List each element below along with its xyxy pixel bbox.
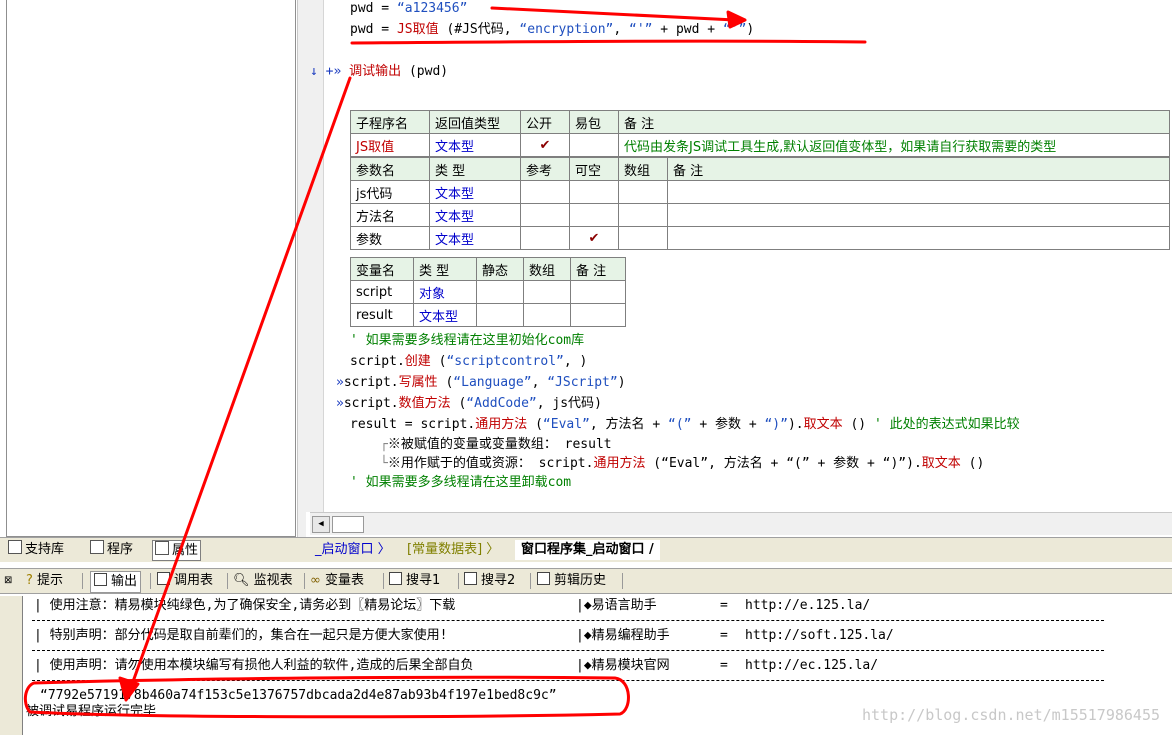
link-soft[interactable]: http://soft.125.la/ <box>745 627 894 645</box>
public-checkbox[interactable]: ✔ <box>520 133 570 157</box>
horizontal-scrollbar[interactable]: ◀ <box>310 512 1172 535</box>
hint-assigned-value: └※用作赋于的值或资源： script.通用方法 (“Eval”, 方法名 + … <box>380 456 985 471</box>
code-line-numeric-method[interactable]: »script.数值方法 (“AddCode”, js代码) <box>336 395 602 413</box>
output-toolbar: ⊠ ? 提示 输出 调用表 🔍︎ 监视表 ∞ 变量表 搜寻1 搜寻2 剪辑历史 <box>0 568 1172 594</box>
easy-package-checkbox[interactable] <box>569 133 619 157</box>
properties-icon <box>155 541 169 555</box>
code-line-debug-output[interactable]: ↓ +» 调试输出 (pwd) <box>310 63 448 81</box>
tab-constant-data[interactable]: [常量数据表] 〉 <box>407 540 499 560</box>
tab-search1[interactable]: 搜寻1 <box>389 571 440 591</box>
output-gutter <box>0 596 22 735</box>
scroll-thumb[interactable] <box>332 516 364 533</box>
subroutine-row[interactable]: JS取值 文本型 ✔ 代码由发条JS调试工具生成,默认返回值变体型，如果请自行获… <box>350 133 1170 157</box>
tab-clipboard-history[interactable]: 剪辑历史 <box>537 571 606 591</box>
lightbulb-icon: ? <box>26 573 33 588</box>
parameter-row[interactable]: 参数 文本型 ✔ <box>350 226 1170 250</box>
notice-special: | 特别声明：部分代码是取自前辈们的，集合在一起只是方便大家使用! <box>34 628 448 643</box>
tab-variables[interactable]: ∞ 变量表 <box>310 571 364 591</box>
tab-watch[interactable]: 🔍︎ 监视表 <box>233 571 293 591</box>
scroll-left-icon[interactable]: ◀ <box>312 516 330 533</box>
hint-assigned-variable: ┌※被赋值的变量或变量数组： result <box>380 437 612 452</box>
program-icon <box>90 540 104 554</box>
watermark: http://blog.csdn.net/m15517986455 <box>861 706 1160 724</box>
magnifier-icon: 🔍︎ <box>233 573 250 588</box>
variable-row[interactable]: script 对象 <box>350 280 626 304</box>
nullable-checkbox[interactable]: ✔ <box>569 226 619 250</box>
book-icon <box>8 540 22 554</box>
variable-row[interactable]: result 文本型 <box>350 303 626 327</box>
left-tab-bar: 支持库 程序 属性 <box>0 537 305 562</box>
left-pane <box>0 0 306 537</box>
tab-startup-window[interactable]: _启动窗口 〉 <box>315 540 391 560</box>
tree-connector-icon: └ <box>380 456 388 471</box>
tab-properties[interactable]: 属性 <box>152 540 202 561</box>
search-icon <box>389 572 402 585</box>
breakpoint-marker[interactable]: ↓ +» <box>310 64 341 79</box>
notice-usage: | 使用注意：精易模块纯绿色,为了确保安全,请务必到〖精易论坛〗下载 <box>34 598 456 613</box>
tab-window-assembly[interactable]: 窗口程序集_启动窗口 / <box>515 540 660 560</box>
debug-status-message: 被调试易程序运行完毕 <box>26 704 157 719</box>
variable-header-row: 变量名 类 型 静态 数组 备 注 <box>350 257 626 281</box>
tab-hint[interactable]: ? 提示 <box>26 571 63 591</box>
code-comment-init[interactable]: ' 如果需要多线程请在这里初始化com库 <box>350 332 584 350</box>
panel-close-icon[interactable]: ⊠ <box>4 571 12 591</box>
parameter-header-row: 参数名 类 型 参考 可空 数组 备 注 <box>350 157 1170 181</box>
tab-output[interactable]: 输出 <box>90 571 142 593</box>
output-icon <box>94 573 107 586</box>
parameter-row[interactable]: 方法名 文本型 <box>350 203 1170 227</box>
variables-icon: ∞ <box>310 573 321 588</box>
link-label-easy-helper: |◆易语言助手 <box>576 598 657 613</box>
tree-connector-icon: ┌ <box>380 437 388 452</box>
tab-search2[interactable]: 搜寻2 <box>464 571 515 591</box>
tab-support-library[interactable]: 支持库 <box>8 540 64 559</box>
code-line-assign-literal[interactable]: pwd = “a123456” <box>350 0 467 18</box>
clipboard-icon <box>537 572 550 585</box>
search-icon <box>464 572 477 585</box>
variable-table: 变量名 类 型 静态 数组 备 注 script 对象 result 文本型 <box>350 257 626 327</box>
library-tree[interactable] <box>6 0 296 537</box>
code-tab-bar: _启动窗口 〉 [常量数据表] 〉 窗口程序集_启动窗口 / <box>305 537 1172 562</box>
link-label-module-site: |◆精易模块官网 <box>576 658 670 673</box>
link-label-programming-helper: |◆精易编程助手 <box>576 628 670 643</box>
subroutine-table: 子程序名 返回值类型 公开 易包 备 注 JS取值 文本型 ✔ 代码由发条JS调… <box>350 110 1170 157</box>
tab-program[interactable]: 程序 <box>90 540 133 559</box>
tab-call-stack[interactable]: 调用表 <box>157 571 213 591</box>
arrow-marker-icon: » <box>336 396 344 411</box>
parameter-row[interactable]: js代码 文本型 <box>350 180 1170 204</box>
code-line-js-call[interactable]: pwd = JS取值 (#JS代码, “encryption”, “'” + p… <box>350 21 754 39</box>
table-icon <box>157 572 170 585</box>
code-line-write-property[interactable]: »script.写属性 (“Language”, “JScript”) <box>336 374 626 392</box>
notice-disclaimer: | 使用声明：请勿使用本模块编写有损他人利益的软件,造成的后果全部自负 <box>34 658 474 673</box>
code-comment-uninit[interactable]: ' 如果需要多多线程请在这里卸载com <box>350 474 571 492</box>
code-line-result[interactable]: result = script.通用方法 (“Eval”, 方法名 + “(” … <box>350 416 1020 434</box>
subroutine-header-row: 子程序名 返回值类型 公开 易包 备 注 <box>350 110 1170 134</box>
code-line-create[interactable]: script.创建 (“scriptcontrol”, ) <box>350 353 587 371</box>
arrow-marker-icon: » <box>336 375 344 390</box>
parameter-table: 参数名 类 型 参考 可空 数组 备 注 js代码 文本型 方法名 文本型 参数… <box>350 157 1170 250</box>
link-easy-language[interactable]: http://e.125.la/ <box>745 597 870 615</box>
link-ec[interactable]: http://ec.125.la/ <box>745 657 878 675</box>
